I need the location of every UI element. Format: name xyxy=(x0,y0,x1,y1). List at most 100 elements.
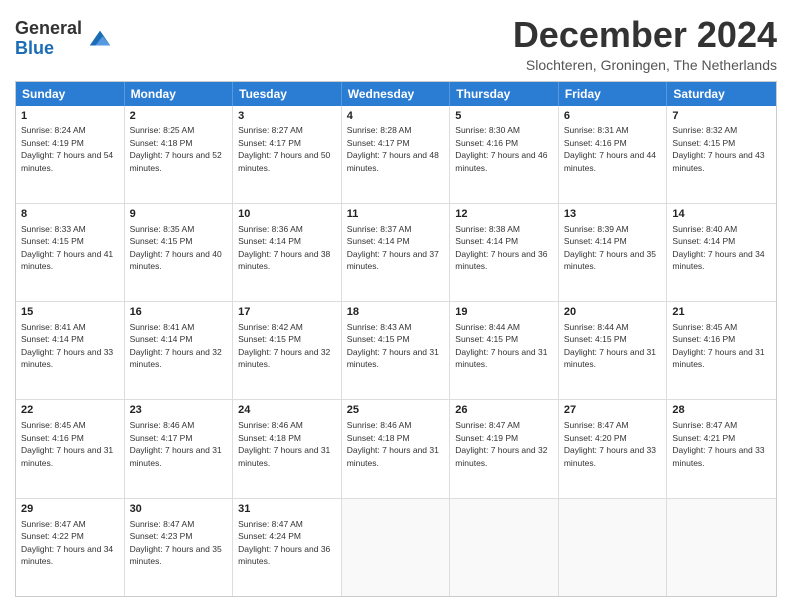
calendar-cell: 2Sunrise: 8:25 AMSunset: 4:18 PMDaylight… xyxy=(125,106,234,203)
calendar-cell: 11 Sunrise: 8:37 AMSunset: 4:14 PMDayligh… xyxy=(342,204,451,301)
cell-info: Sunrise: 8:43 AMSunset: 4:15 PMDaylight:… xyxy=(347,322,439,369)
title-section: December 2024 Slochteren, Groningen, The… xyxy=(513,15,777,73)
day-number: 12 xyxy=(455,207,553,222)
logo-general: General xyxy=(15,19,82,39)
calendar-cell: 20Sunrise: 8:44 AMSunset: 4:15 PMDayligh… xyxy=(559,302,668,399)
weekday-header: Thursday xyxy=(450,82,559,106)
calendar-header: SundayMondayTuesdayWednesdayThursdayFrid… xyxy=(16,82,776,106)
day-number: 2 xyxy=(130,109,228,124)
cell-info: Sunrise: 8:47 AMSunset: 4:23 PMDaylight:… xyxy=(130,519,222,566)
calendar-cell: 12 Sunrise: 8:38 AMSunset: 4:14 PMDayligh… xyxy=(450,204,559,301)
cell-info: Sunrise: 8:38 AMSunset: 4:14 PMDaylight:… xyxy=(455,224,547,271)
cell-info: Sunrise: 8:44 AMSunset: 4:15 PMDaylight:… xyxy=(455,322,547,369)
calendar-cell: 13 Sunrise: 8:39 AMSunset: 4:14 PMDayligh… xyxy=(559,204,668,301)
cell-info: Sunrise: 8:37 AMSunset: 4:14 PMDaylight:… xyxy=(347,224,439,271)
day-number: 7 xyxy=(672,109,771,124)
calendar-cell: 4Sunrise: 8:28 AMSunset: 4:17 PMDaylight… xyxy=(342,106,451,203)
calendar-cell xyxy=(450,499,559,596)
calendar-cell: 31Sunrise: 8:47 AMSunset: 4:24 PMDayligh… xyxy=(233,499,342,596)
cell-info: Sunrise: 8:45 AMSunset: 4:16 PMDaylight:… xyxy=(21,420,113,467)
calendar-cell: 23Sunrise: 8:46 AMSunset: 4:17 PMDayligh… xyxy=(125,400,234,497)
calendar-row: 22 Sunrise: 8:45 AMSunset: 4:16 PMDayligh… xyxy=(16,399,776,497)
calendar-cell: 24 Sunrise: 8:46 AMSunset: 4:18 PMDayligh… xyxy=(233,400,342,497)
cell-info: Sunrise: 8:27 AMSunset: 4:17 PMDaylight:… xyxy=(238,125,330,172)
day-number: 31 xyxy=(238,502,336,517)
day-number: 9 xyxy=(130,207,228,222)
day-number: 22 xyxy=(21,403,119,418)
calendar-cell: 30 Sunrise: 8:47 AMSunset: 4:23 PMDayligh… xyxy=(125,499,234,596)
month-title: December 2024 xyxy=(513,15,777,55)
calendar-cell: 25Sunrise: 8:46 AMSunset: 4:18 PMDayligh… xyxy=(342,400,451,497)
calendar-row: 8Sunrise: 8:33 AMSunset: 4:15 PMDaylight… xyxy=(16,203,776,301)
calendar-row: 15 Sunrise: 8:41 AMSunset: 4:14 PMDayligh… xyxy=(16,301,776,399)
calendar-cell: 5Sunrise: 8:30 AMSunset: 4:16 PMDaylight… xyxy=(450,106,559,203)
day-number: 30 xyxy=(130,502,228,517)
weekday-header: Sunday xyxy=(16,82,125,106)
weekday-header: Saturday xyxy=(667,82,776,106)
weekday-header: Friday xyxy=(559,82,668,106)
cell-info: Sunrise: 8:39 AMSunset: 4:14 PMDaylight:… xyxy=(564,224,656,271)
calendar-cell: 8Sunrise: 8:33 AMSunset: 4:15 PMDaylight… xyxy=(16,204,125,301)
day-number: 18 xyxy=(347,305,445,320)
cell-info: Sunrise: 8:32 AMSunset: 4:15 PMDaylight:… xyxy=(672,125,764,172)
logo-icon xyxy=(86,25,114,53)
cell-info: Sunrise: 8:24 AMSunset: 4:19 PMDaylight:… xyxy=(21,125,113,172)
weekday-header: Monday xyxy=(125,82,234,106)
day-number: 16 xyxy=(130,305,228,320)
weekday-header: Wednesday xyxy=(342,82,451,106)
day-number: 15 xyxy=(21,305,119,320)
calendar-cell: 26 Sunrise: 8:47 AMSunset: 4:19 PMDayligh… xyxy=(450,400,559,497)
cell-info: Sunrise: 8:31 AMSunset: 4:16 PMDaylight:… xyxy=(564,125,656,172)
day-number: 20 xyxy=(564,305,662,320)
cell-info: Sunrise: 8:36 AMSunset: 4:14 PMDaylight:… xyxy=(238,224,330,271)
calendar-cell: 7Sunrise: 8:32 AMSunset: 4:15 PMDaylight… xyxy=(667,106,776,203)
calendar: SundayMondayTuesdayWednesdayThursdayFrid… xyxy=(15,81,777,597)
cell-info: Sunrise: 8:35 AMSunset: 4:15 PMDaylight:… xyxy=(130,224,222,271)
calendar-cell: 1Sunrise: 8:24 AMSunset: 4:19 PMDaylight… xyxy=(16,106,125,203)
calendar-cell: 29 Sunrise: 8:47 AMSunset: 4:22 PMDayligh… xyxy=(16,499,125,596)
calendar-cell: 3Sunrise: 8:27 AMSunset: 4:17 PMDaylight… xyxy=(233,106,342,203)
day-number: 28 xyxy=(672,403,771,418)
page: General Blue December 2024 Slochteren, G… xyxy=(0,0,792,612)
calendar-cell: 18 Sunrise: 8:43 AMSunset: 4:15 PMDayligh… xyxy=(342,302,451,399)
day-number: 26 xyxy=(455,403,553,418)
calendar-cell: 19 Sunrise: 8:44 AMSunset: 4:15 PMDayligh… xyxy=(450,302,559,399)
calendar-cell: 22 Sunrise: 8:45 AMSunset: 4:16 PMDayligh… xyxy=(16,400,125,497)
cell-info: Sunrise: 8:46 AMSunset: 4:18 PMDaylight:… xyxy=(238,420,330,467)
calendar-cell: 9 Sunrise: 8:35 AMSunset: 4:15 PMDaylight… xyxy=(125,204,234,301)
cell-info: Sunrise: 8:40 AMSunset: 4:14 PMDaylight:… xyxy=(672,224,764,271)
calendar-cell xyxy=(667,499,776,596)
calendar-row: 29 Sunrise: 8:47 AMSunset: 4:22 PMDayligh… xyxy=(16,498,776,596)
calendar-cell: 10Sunrise: 8:36 AMSunset: 4:14 PMDayligh… xyxy=(233,204,342,301)
day-number: 3 xyxy=(238,109,336,124)
cell-info: Sunrise: 8:47 AMSunset: 4:21 PMDaylight:… xyxy=(672,420,764,467)
day-number: 24 xyxy=(238,403,336,418)
calendar-row: 1Sunrise: 8:24 AMSunset: 4:19 PMDaylight… xyxy=(16,106,776,203)
day-number: 29 xyxy=(21,502,119,517)
calendar-cell: 15Sunrise: 8:41 AMSunset: 4:14 PMDayligh… xyxy=(16,302,125,399)
cell-info: Sunrise: 8:47 AMSunset: 4:22 PMDaylight:… xyxy=(21,519,113,566)
weekday-header: Tuesday xyxy=(233,82,342,106)
calendar-cell xyxy=(559,499,668,596)
calendar-body: 1Sunrise: 8:24 AMSunset: 4:19 PMDaylight… xyxy=(16,106,776,596)
cell-info: Sunrise: 8:46 AMSunset: 4:18 PMDaylight:… xyxy=(347,420,439,467)
day-number: 5 xyxy=(455,109,553,124)
cell-info: Sunrise: 8:33 AMSunset: 4:15 PMDaylight:… xyxy=(21,224,113,271)
cell-info: Sunrise: 8:28 AMSunset: 4:17 PMDaylight:… xyxy=(347,125,439,172)
cell-info: Sunrise: 8:42 AMSunset: 4:15 PMDaylight:… xyxy=(238,322,330,369)
calendar-cell: 28 Sunrise: 8:47 AMSunset: 4:21 PMDayligh… xyxy=(667,400,776,497)
day-number: 11 xyxy=(347,207,445,222)
day-number: 27 xyxy=(564,403,662,418)
cell-info: Sunrise: 8:30 AMSunset: 4:16 PMDaylight:… xyxy=(455,125,547,172)
cell-info: Sunrise: 8:41 AMSunset: 4:14 PMDaylight:… xyxy=(130,322,222,369)
day-number: 17 xyxy=(238,305,336,320)
cell-info: Sunrise: 8:46 AMSunset: 4:17 PMDaylight:… xyxy=(130,420,222,467)
calendar-cell: 14Sunrise: 8:40 AMSunset: 4:14 PMDayligh… xyxy=(667,204,776,301)
day-number: 13 xyxy=(564,207,662,222)
calendar-cell: 21Sunrise: 8:45 AMSunset: 4:16 PMDayligh… xyxy=(667,302,776,399)
logo-text: General Blue xyxy=(15,19,82,59)
cell-info: Sunrise: 8:47 AMSunset: 4:20 PMDaylight:… xyxy=(564,420,656,467)
calendar-cell: 16 Sunrise: 8:41 AMSunset: 4:14 PMDayligh… xyxy=(125,302,234,399)
cell-info: Sunrise: 8:47 AMSunset: 4:19 PMDaylight:… xyxy=(455,420,547,467)
day-number: 19 xyxy=(455,305,553,320)
